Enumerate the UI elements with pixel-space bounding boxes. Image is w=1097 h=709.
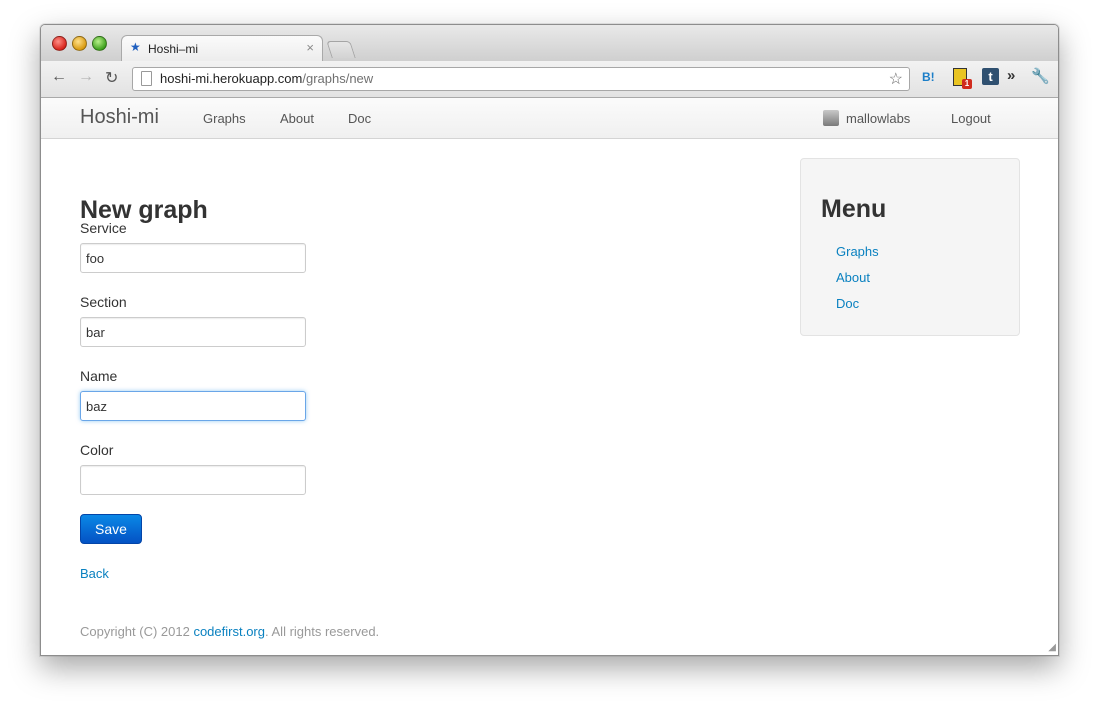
url-text[interactable]: hoshi-mi.herokuapp.com/graphs/new — [160, 71, 373, 86]
hatena-bookmark-icon[interactable]: B! — [922, 70, 935, 84]
url-path: /graphs/new — [302, 71, 374, 86]
page-viewport: Hoshi-mi Graphs About Doc mallowlabs Log… — [41, 98, 1058, 655]
browser-toolbar: ← → ↻ hoshi-mi.herokuapp.com/graphs/new … — [41, 61, 1058, 98]
footer-link[interactable]: codefirst.org — [193, 624, 265, 639]
site-navbar: Hoshi-mi Graphs About Doc mallowlabs Log… — [41, 98, 1058, 139]
service-field[interactable] — [80, 243, 306, 273]
bookmark-star-icon[interactable]: ☆ — [889, 69, 903, 89]
title-bar: ★ Hoshi–mi × — [41, 25, 1058, 62]
section-field[interactable] — [80, 317, 306, 347]
sidebar-item-doc[interactable]: Doc — [836, 296, 859, 311]
page-icon — [141, 71, 152, 86]
save-button[interactable]: Save — [80, 514, 142, 544]
footer: Copyright (C) 2012 codefirst.org. All ri… — [80, 624, 379, 639]
sidebar-title: Menu — [821, 195, 887, 223]
url-host: hoshi-mi.herokuapp.com — [160, 71, 303, 86]
sidebar-item-about[interactable]: About — [836, 270, 870, 285]
sidebar-menu: Menu Graphs About Doc — [800, 158, 1020, 336]
more-extensions-icon[interactable]: » — [1007, 67, 1015, 84]
sidebar-item-graphs[interactable]: Graphs — [836, 244, 879, 259]
tumblr-icon[interactable]: t — [982, 68, 999, 85]
color-field[interactable] — [80, 465, 306, 495]
browser-tab[interactable]: ★ Hoshi–mi × — [121, 35, 323, 62]
reload-icon[interactable]: ↻ — [105, 68, 118, 88]
footer-suffix: . All rights reserved. — [265, 624, 380, 639]
minimize-window-button[interactable] — [72, 36, 87, 51]
brand-logo[interactable]: Hoshi-mi — [80, 106, 159, 129]
nav-link-doc[interactable]: Doc — [348, 111, 371, 126]
service-label: Service — [80, 220, 127, 236]
browser-window: ★ Hoshi–mi × ← → ↻ hoshi-mi.herokuapp.co… — [40, 24, 1059, 656]
resize-grip-icon[interactable]: ◢ — [1048, 642, 1056, 653]
wrench-icon[interactable]: 🔧 — [1031, 67, 1050, 85]
extension-badge: 1 — [962, 79, 972, 89]
nav-link-graphs[interactable]: Graphs — [203, 111, 246, 126]
color-label: Color — [80, 442, 114, 458]
avatar — [823, 110, 839, 126]
new-tab-button[interactable] — [326, 41, 356, 58]
back-link[interactable]: Back — [80, 566, 109, 581]
name-field[interactable] — [80, 391, 306, 421]
nav-link-about[interactable]: About — [280, 111, 314, 126]
logout-link[interactable]: Logout — [951, 111, 991, 126]
close-window-button[interactable] — [52, 36, 67, 51]
back-arrow-icon[interactable]: ← — [51, 68, 67, 86]
tab-close-icon[interactable]: × — [306, 40, 314, 55]
star-favicon-icon: ★ — [130, 40, 141, 54]
tab-title: Hoshi–mi — [148, 42, 199, 56]
user-name[interactable]: mallowlabs — [846, 111, 910, 126]
footer-prefix: Copyright (C) 2012 — [80, 624, 194, 639]
name-label: Name — [80, 368, 118, 384]
address-bar[interactable]: hoshi-mi.herokuapp.com/graphs/new ☆ — [132, 67, 910, 91]
forward-arrow-icon[interactable]: → — [78, 68, 94, 86]
section-label: Section — [80, 294, 127, 310]
maximize-window-button[interactable] — [92, 36, 107, 51]
